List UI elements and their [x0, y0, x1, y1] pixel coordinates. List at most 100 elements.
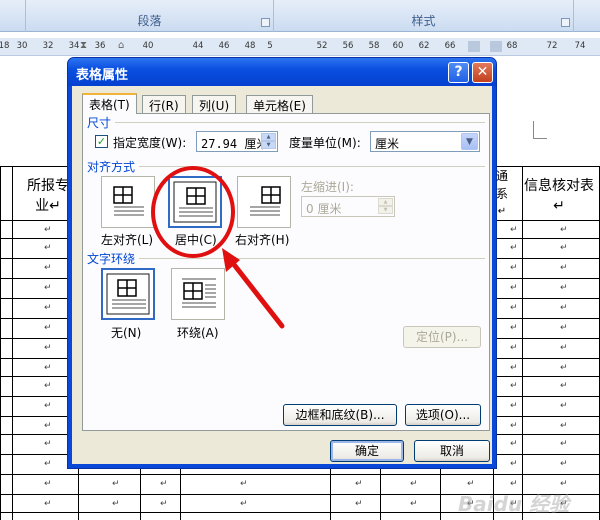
cell-end-mark: ↵: [560, 225, 568, 235]
ribbon-group-paragraph[interactable]: 段落: [26, 0, 274, 32]
measure-in-value: 厘米: [375, 137, 400, 151]
align-center-option[interactable]: [168, 176, 222, 228]
help-button[interactable]: ?: [448, 62, 469, 83]
cancel-button[interactable]: 取消: [414, 440, 490, 462]
cell-end-mark: ↵: [44, 225, 52, 235]
align-right-icon: [250, 186, 281, 216]
spinner-buttons[interactable]: ▲ ▼: [378, 198, 393, 215]
preferred-width-value: 27.94 厘米: [201, 137, 269, 151]
align-left-option[interactable]: [101, 176, 155, 228]
ruler-tick: 18: [0, 41, 10, 51]
cell-end-mark: ↵: [160, 479, 168, 489]
cell-end-mark: ↵: [44, 401, 52, 411]
group-divider: [87, 258, 485, 259]
cell-end-mark: ↵: [510, 381, 518, 391]
positioning-button[interactable]: 定位(P)...: [403, 326, 481, 348]
indent-from-left-value: 0 厘米: [306, 202, 342, 216]
ruler-tick: 36: [94, 41, 106, 51]
cell-end-mark: ↵: [410, 479, 418, 489]
spin-down-icon[interactable]: ▼: [378, 206, 393, 214]
tab-column[interactable]: 列(U): [192, 95, 237, 113]
ruler-tick: 62: [418, 41, 430, 51]
wrap-none-icon: [106, 273, 150, 315]
table-header-cell-partial[interactable]: 通: [495, 166, 509, 186]
ruler-tick: 66: [444, 41, 456, 51]
cell-end-mark: ↵: [560, 381, 568, 391]
ok-button[interactable]: 确定: [330, 440, 404, 462]
paragraph-mark: ↵: [497, 206, 507, 217]
indent-from-left-spinner[interactable]: 0 厘米 ▲ ▼: [301, 196, 395, 217]
wrap-around-label: 环绕(A): [177, 326, 219, 340]
table-header-cell-partial: 系: [495, 187, 508, 201]
cell-end-mark: ↵: [510, 343, 518, 353]
tab-row[interactable]: 行(R): [142, 95, 186, 113]
table-gridline: [0, 474, 600, 475]
tab-table[interactable]: 表格(T): [82, 93, 137, 114]
table-properties-dialog[interactable]: 表格属性 ? ✕ 表格(T) 行(R) 列(U) 单元格(E) 尺寸 ✓ 指定宽…: [67, 57, 497, 469]
align-right-option[interactable]: [237, 176, 291, 228]
margin-corner-mark: [533, 121, 547, 139]
table-tab-panel: 尺寸 ✓ 指定宽度(W): 27.94 厘米 ▲ ▼ 度量单位(M): 厘米 ▼…: [82, 113, 490, 431]
preferred-width-spinner[interactable]: 27.94 厘米 ▲ ▼: [196, 131, 278, 152]
chevron-down-icon[interactable]: ▼: [461, 133, 478, 150]
horizontal-ruler[interactable]: 18 30 32 34 ⧗ 36 ⌂ 40 44 46 48 5 52 56 5…: [0, 38, 600, 56]
ribbon-group-edge: [0, 0, 26, 32]
wrap-none-option[interactable]: [101, 268, 155, 320]
measure-in-label: 度量单位(M):: [289, 136, 361, 150]
group-divider: [87, 122, 485, 123]
cell-end-mark: ↵: [355, 499, 363, 509]
cell-end-mark: ↵: [560, 421, 568, 431]
cell-end-mark: ↵: [44, 303, 52, 313]
alignment-group-label: 对齐方式: [87, 158, 140, 175]
table-header-cell[interactable]: 信息核对表↵: [522, 176, 596, 216]
ruler-column-marker[interactable]: [490, 41, 502, 52]
options-button[interactable]: 选项(O)...: [405, 404, 481, 426]
spin-up-icon[interactable]: ▲: [378, 198, 393, 206]
cell-end-mark: ↵: [560, 303, 568, 313]
cell-end-mark: ↵: [560, 323, 568, 333]
cell-end-mark: ↵: [44, 243, 52, 253]
cell-end-mark: ↵: [510, 283, 518, 293]
cell-end-mark: ↵: [44, 343, 52, 353]
cell-end-mark: ↵: [44, 323, 52, 333]
ruler-tick: 46: [218, 41, 230, 51]
spin-down-icon[interactable]: ▼: [261, 141, 276, 149]
wrap-around-option[interactable]: [171, 268, 225, 320]
size-group-label: 尺寸: [87, 114, 116, 131]
tab-cell[interactable]: 单元格(E): [246, 95, 313, 113]
preferred-width-checkbox[interactable]: ✓: [95, 135, 108, 148]
close-button[interactable]: ✕: [472, 62, 493, 83]
align-center-label: 居中(C): [175, 233, 217, 247]
spin-up-icon[interactable]: ▲: [261, 133, 276, 141]
measure-in-select[interactable]: 厘米 ▼: [370, 131, 480, 152]
cell-end-mark: ↵: [510, 401, 518, 411]
ribbon-group-label: 样式: [411, 14, 436, 28]
wrap-none-label: 无(N): [111, 326, 142, 340]
ruler-column-marker[interactable]: [468, 41, 480, 52]
ruler-tick: 68: [506, 41, 518, 51]
cell-end-mark: ↵: [240, 499, 248, 509]
borders-and-shading-button[interactable]: 边框和底纹(B)...: [283, 404, 397, 426]
cell-end-mark: ↵: [510, 439, 518, 449]
cell-end-mark: ↵: [240, 479, 248, 489]
dialog-launcher-icon[interactable]: [561, 18, 570, 27]
ruler-tick: 52: [316, 41, 328, 51]
spinner-buttons[interactable]: ▲ ▼: [261, 133, 276, 150]
preferred-width-label: 指定宽度(W):: [113, 136, 187, 150]
ruler-tab-marker-icon[interactable]: ⌂: [118, 40, 124, 51]
align-left-icon: [113, 186, 144, 216]
dialog-client: 表格(T) 行(R) 列(U) 单元格(E) 尺寸 ✓ 指定宽度(W): 27.…: [72, 86, 492, 464]
dialog-titlebar[interactable]: 表格属性 ? ✕: [68, 58, 496, 86]
cell-end-mark: ↵: [44, 363, 52, 373]
cell-end-mark: ↵: [510, 243, 518, 253]
cell-end-mark: ↵: [112, 479, 120, 489]
ruler-tick: 5: [267, 41, 273, 51]
ribbon-group-styles[interactable]: 样式: [274, 0, 574, 32]
dialog-launcher-icon[interactable]: [261, 18, 270, 27]
ruler-tick: 34: [68, 41, 80, 51]
ribbon: 段落 样式: [0, 0, 600, 32]
ruler-indent-marker-icon[interactable]: ⧗: [80, 40, 87, 51]
ruler-tick: 30: [16, 41, 28, 51]
cell-end-mark: ↵: [560, 363, 568, 373]
cell-end-mark: ↵: [510, 323, 518, 333]
